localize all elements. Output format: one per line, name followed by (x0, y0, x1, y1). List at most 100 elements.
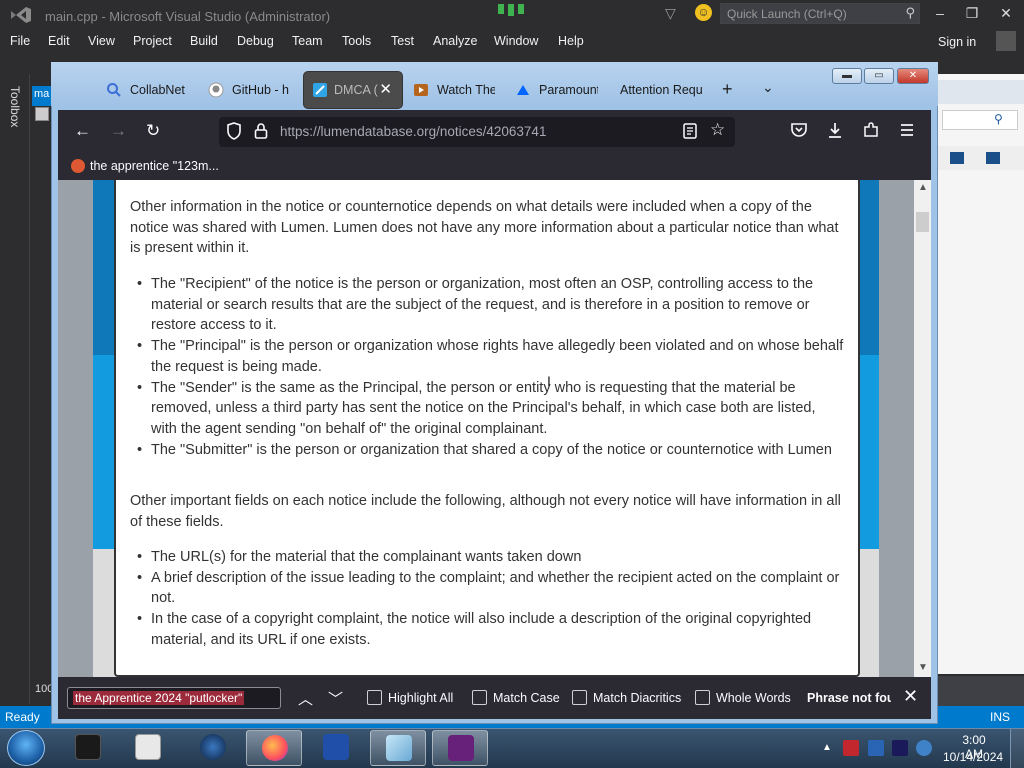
tab-github[interactable]: GitHub - h (208, 72, 290, 108)
clock-date[interactable]: 10/14/2024 (943, 750, 1003, 764)
bookmark-star-icon[interactable]: ☆ (710, 120, 725, 140)
bookmark-item[interactable]: the apprentice "123m... (90, 159, 219, 173)
document-icon (35, 107, 49, 121)
menu-team[interactable]: Team (292, 34, 323, 48)
menu-test[interactable]: Test (391, 34, 414, 48)
restore-button[interactable]: ❐ (962, 5, 982, 22)
sign-in-link[interactable]: Sign in (938, 35, 976, 49)
pdf-tray-icon[interactable] (843, 740, 859, 756)
menu-edit[interactable]: Edit (48, 34, 70, 48)
list-item: In the case of a copyright complaint, th… (134, 609, 844, 650)
account-icon[interactable] (996, 31, 1016, 51)
start-button[interactable] (7, 730, 45, 766)
menu-help[interactable]: Help (558, 34, 584, 48)
show-desktop-button[interactable] (1010, 729, 1024, 768)
reader-view-icon[interactable] (683, 123, 697, 139)
highlight-all-label[interactable]: Highlight All (388, 691, 453, 705)
page-background-side (58, 180, 93, 677)
scroll-up-arrow-icon[interactable]: ▲ (918, 182, 928, 193)
taskbar-app-notepad[interactable] (370, 730, 426, 766)
forward-button[interactable]: → (110, 121, 127, 141)
reload-button[interactable]: ↻ (146, 121, 160, 141)
tab-attention[interactable]: Attention Requ (596, 72, 702, 108)
tracking-shield-icon[interactable] (226, 122, 242, 140)
menu-debug[interactable]: Debug (237, 34, 274, 48)
extensions-icon[interactable] (862, 121, 880, 139)
taskbar-app-malwarebytes[interactable] (308, 730, 364, 766)
minimize-button[interactable]: – (930, 5, 950, 21)
back-button[interactable]: ← (74, 121, 91, 141)
network-tray-icon[interactable] (868, 740, 884, 756)
match-case-checkbox[interactable] (472, 690, 487, 705)
match-diacritics-checkbox[interactable] (572, 690, 587, 705)
match-diacritics-label[interactable]: Match Diacritics (593, 691, 681, 705)
tab-label: CollabNet (130, 83, 185, 97)
taskbar-app-terminal[interactable] (60, 730, 116, 766)
tab-collabnet[interactable]: CollabNet (106, 72, 186, 108)
panel-tool-icon[interactable] (986, 152, 1000, 164)
scroll-down-arrow-icon[interactable]: ▼ (918, 662, 928, 673)
quick-launch-input[interactable]: Quick Launch (Ctrl+Q) ⚲ (720, 3, 920, 24)
display-tray-icon[interactable] (892, 740, 908, 756)
menu-view[interactable]: View (88, 34, 115, 48)
url-host: https://lumendatabase.org (280, 124, 437, 139)
url-text[interactable]: https://lumendatabase.org/notices/420637… (280, 124, 546, 139)
list-item: The "Principal" is the person or organiz… (134, 336, 844, 377)
downloads-icon[interactable] (826, 121, 844, 139)
visual-studio-logo-icon (11, 7, 31, 23)
lock-icon[interactable] (254, 122, 268, 140)
notifications-flag-icon[interactable]: ▽ (665, 5, 676, 22)
volume-tray-icon[interactable] (916, 740, 932, 756)
search-icon[interactable]: ⚲ (994, 112, 1003, 126)
match-case-label[interactable]: Match Case (493, 691, 560, 705)
feedback-smile-icon[interactable]: ☺ (695, 4, 712, 21)
firefox-maximize-button[interactable]: ▭ (864, 68, 894, 84)
tab-dmca-active[interactable]: DMCA ( ✕ (304, 72, 402, 108)
taskbar-app-media[interactable] (120, 730, 176, 766)
pocket-icon[interactable] (790, 121, 808, 139)
menu-window[interactable]: Window (494, 34, 538, 48)
tab-label: Watch The (437, 83, 495, 97)
firefox-minimize-button[interactable]: ▬ (832, 68, 862, 84)
menu-project[interactable]: Project (133, 34, 172, 48)
find-next-icon[interactable]: ﹀ (328, 688, 343, 709)
tab-list-chevron-icon[interactable]: ⌄ (762, 79, 774, 96)
globe-icon (200, 734, 226, 760)
feedback-icon[interactable] (496, 2, 530, 16)
firefox-close-button[interactable]: ✕ (897, 68, 929, 84)
github-icon (208, 82, 224, 98)
menu-hamburger-icon[interactable] (898, 121, 916, 139)
tray-expand-icon[interactable]: ▲ (822, 742, 832, 753)
menu-file[interactable]: File (10, 34, 30, 48)
whole-words-checkbox[interactable] (695, 690, 710, 705)
tab-watch[interactable]: Watch The (413, 72, 495, 108)
terminal-icon (75, 734, 101, 760)
important-fields-list: The URL(s) for the material that the com… (134, 547, 844, 651)
tab-label: GitHub - h (232, 83, 289, 97)
close-findbar-icon[interactable]: ✕ (903, 686, 918, 707)
menu-analyze[interactable]: Analyze (433, 34, 477, 48)
new-tab-button[interactable]: + (722, 79, 733, 100)
menu-tools[interactable]: Tools (342, 34, 371, 48)
taskbar-app-globe[interactable] (185, 730, 241, 766)
panel-tool-icon[interactable] (950, 152, 964, 164)
page-background-side (879, 180, 914, 677)
media-player-icon (135, 734, 161, 760)
toolbox-tab[interactable]: Toolbox (8, 86, 22, 127)
find-query[interactable]: the Apprentice 2024 "putlocker" (73, 691, 245, 705)
text-cursor-icon: I (547, 373, 551, 389)
panel-search-input[interactable] (942, 110, 1018, 130)
tab-paramount[interactable]: Paramount (515, 72, 598, 108)
scrollbar-thumb[interactable] (916, 212, 929, 232)
close-button[interactable]: ✕ (996, 5, 1016, 22)
menu-build[interactable]: Build (190, 34, 218, 48)
page-scrollbar[interactable] (914, 180, 931, 677)
close-tab-icon[interactable]: ✕ (379, 72, 392, 108)
find-previous-icon[interactable]: ︿ (298, 688, 313, 709)
taskbar-app-visual-studio[interactable] (432, 730, 488, 766)
malwarebytes-icon (323, 734, 349, 760)
whole-words-label[interactable]: Whole Words (716, 691, 791, 705)
taskbar-app-firefox[interactable] (246, 730, 302, 766)
document-tab[interactable]: ma (32, 86, 52, 106)
highlight-all-checkbox[interactable] (367, 690, 382, 705)
